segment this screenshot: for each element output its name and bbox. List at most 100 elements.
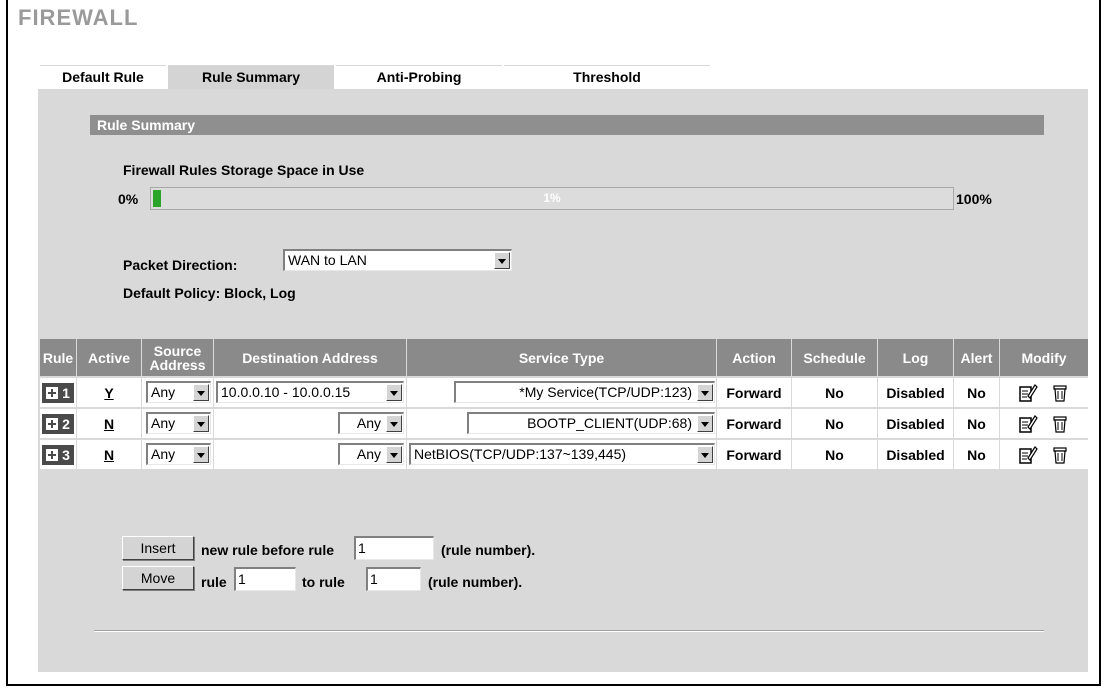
insert-text: new rule before rule	[201, 542, 335, 558]
header-source: Source Address	[142, 339, 214, 376]
source-select[interactable]: Any	[146, 381, 211, 403]
alert-cell: No	[954, 440, 1000, 469]
rule-number: 2	[62, 415, 70, 432]
log-cell: Disabled	[878, 409, 954, 438]
service-select[interactable]: *My Service(TCP/UDP:123)	[454, 381, 715, 403]
move-to-input[interactable]: 1	[366, 567, 421, 591]
active-cell: Y	[77, 378, 142, 407]
destination-select[interactable]: Any	[338, 412, 404, 434]
service-select[interactable]: NetBIOS(TCP/UDP:137~139,445)	[409, 443, 715, 465]
chevron-down-icon	[494, 252, 510, 269]
destination-value: Any	[356, 446, 381, 462]
chevron-down-icon	[386, 415, 402, 432]
destination-value: 10.0.0.10 - 10.0.0.15	[221, 384, 351, 400]
progress-min-label: 0%	[118, 191, 139, 207]
modify-cell	[1000, 378, 1088, 407]
trash-icon[interactable]	[1050, 414, 1070, 434]
chevron-down-icon	[697, 446, 713, 463]
destination-cell: Any	[214, 409, 407, 438]
source-cell: Any	[142, 378, 214, 407]
header-service: Service Type	[407, 339, 717, 376]
move-from-input[interactable]: 1	[234, 567, 296, 591]
active-toggle[interactable]: N	[104, 447, 114, 463]
header-schedule: Schedule	[792, 339, 878, 376]
plus-icon[interactable]	[46, 417, 59, 430]
service-value: *My Service(TCP/UDP:123)	[519, 384, 692, 400]
active-toggle[interactable]: N	[104, 416, 114, 432]
rule-number: 3	[62, 446, 70, 463]
chevron-down-icon	[386, 384, 402, 401]
source-value: Any	[151, 415, 176, 431]
plus-icon[interactable]	[46, 386, 59, 399]
chevron-down-icon	[386, 446, 402, 463]
header-modify: Modify	[1000, 339, 1088, 376]
schedule-cell: No	[792, 409, 878, 438]
tab-rule-summary[interactable]: Rule Summary	[168, 65, 334, 89]
source-cell: Any	[142, 409, 214, 438]
active-cell: N	[77, 440, 142, 469]
source-select[interactable]: Any	[146, 443, 211, 465]
move-button[interactable]: Move	[122, 566, 194, 590]
edit-icon[interactable]	[1018, 383, 1038, 403]
rule-number: 1	[62, 384, 70, 401]
header-action: Action	[717, 339, 792, 376]
source-select[interactable]: Any	[146, 412, 211, 434]
storage-label: Firewall Rules Storage Space in Use	[123, 162, 365, 178]
chevron-down-icon	[697, 415, 713, 432]
trash-icon[interactable]	[1050, 383, 1070, 403]
tab-anti-probing[interactable]: Anti-Probing	[336, 65, 502, 89]
active-cell: N	[77, 409, 142, 438]
alert-cell: No	[954, 378, 1000, 407]
progress-text: 1%	[543, 191, 561, 205]
packet-direction-label: Packet Direction:	[123, 257, 238, 273]
move-to-text: to rule	[302, 574, 345, 590]
service-select[interactable]: BOOTP_CLIENT(UDP:68)	[467, 412, 715, 434]
insert-button[interactable]: Insert	[122, 536, 194, 560]
plus-icon[interactable]	[46, 448, 59, 461]
active-toggle[interactable]: Y	[104, 385, 113, 401]
divider	[94, 630, 1044, 632]
source-cell: Any	[142, 440, 214, 469]
move-rule-text: rule	[201, 574, 227, 590]
service-cell: BOOTP_CLIENT(UDP:68)	[407, 409, 717, 438]
alert-cell: No	[954, 409, 1000, 438]
action-cell: Forward	[717, 378, 792, 407]
rule-cell[interactable]: 2	[40, 409, 77, 438]
header-alert: Alert	[954, 339, 1000, 376]
action-cell: Forward	[717, 409, 792, 438]
chevron-down-icon	[193, 384, 209, 401]
destination-cell: Any	[214, 440, 407, 469]
rule-cell[interactable]: 3	[40, 440, 77, 469]
destination-cell: 10.0.0.10 - 10.0.0.15	[214, 378, 407, 407]
packet-direction-value: WAN to LAN	[288, 252, 367, 268]
page-title: FIREWALL	[18, 5, 139, 30]
modify-cell	[1000, 440, 1088, 469]
edit-icon[interactable]	[1018, 445, 1038, 465]
edit-icon[interactable]	[1018, 414, 1038, 434]
header-active: Active	[77, 339, 142, 376]
schedule-cell: No	[792, 378, 878, 407]
move-rule-number-text: (rule number).	[428, 574, 523, 590]
destination-select[interactable]: 10.0.0.10 - 10.0.0.15	[216, 381, 404, 403]
modify-cell	[1000, 409, 1088, 438]
chevron-down-icon	[193, 415, 209, 432]
log-cell: Disabled	[878, 440, 954, 469]
service-value: BOOTP_CLIENT(UDP:68)	[527, 415, 692, 431]
tab-default-rule[interactable]: Default Rule	[40, 65, 166, 89]
destination-select[interactable]: Any	[338, 443, 404, 465]
tab-threshold[interactable]: Threshold	[504, 65, 710, 89]
trash-icon[interactable]	[1050, 445, 1070, 465]
service-cell: NetBIOS(TCP/UDP:137~139,445)	[407, 440, 717, 469]
storage-progress-bar: 1%	[150, 187, 954, 210]
packet-direction-select[interactable]: WAN to LAN	[283, 249, 512, 271]
default-policy-text: Default Policy: Block, Log	[123, 285, 296, 301]
service-cell: *My Service(TCP/UDP:123)	[407, 378, 717, 407]
section-header: Rule Summary	[90, 115, 1044, 135]
progress-max-label: 100%	[956, 191, 992, 207]
insert-rule-input[interactable]: 1	[354, 536, 434, 560]
rule-cell[interactable]: 1	[40, 378, 77, 407]
action-cell: Forward	[717, 440, 792, 469]
service-value: NetBIOS(TCP/UDP:137~139,445)	[414, 446, 627, 462]
source-value: Any	[151, 384, 176, 400]
header-rule: Rule	[40, 339, 77, 376]
